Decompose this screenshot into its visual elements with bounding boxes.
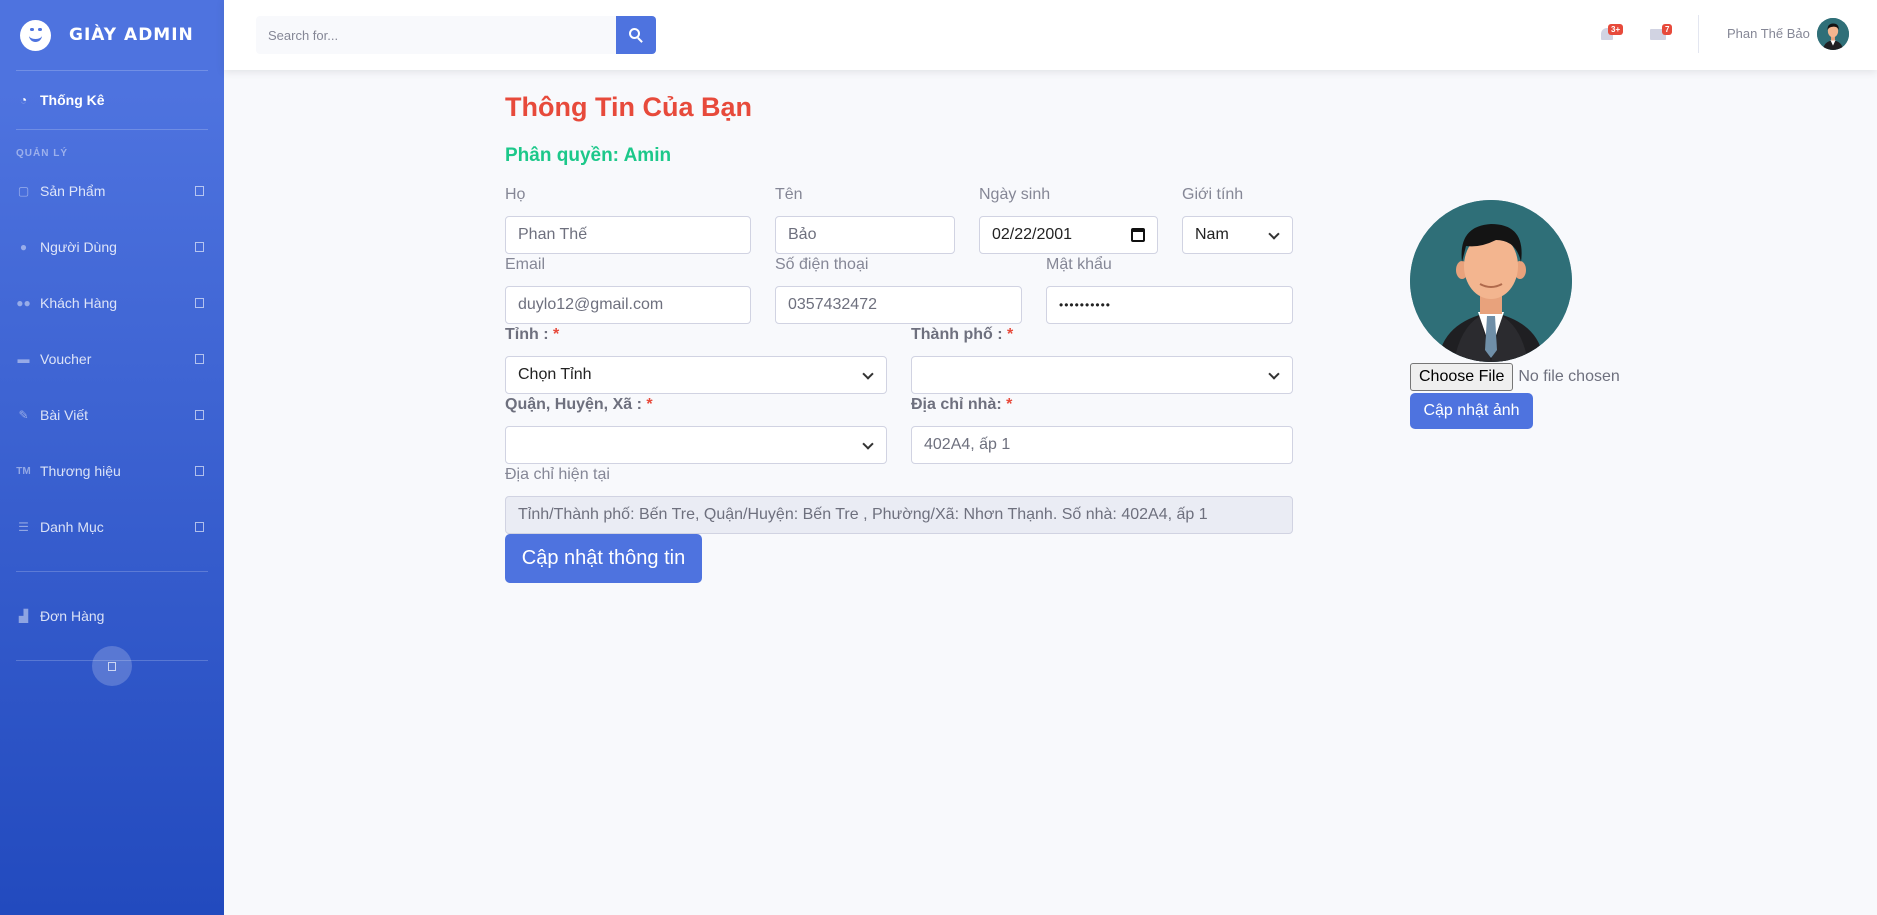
messages-dropdown[interactable]: 7 [1648, 24, 1673, 46]
last-name-field[interactable]: Phan Thế [505, 216, 751, 254]
sidebar-item-voucher[interactable]: ▬ Voucher [0, 331, 224, 387]
main-content: Thông Tin Của Bạn Phân quyền: Amin Họ Ph… [224, 70, 1877, 915]
sidebar-item-label: Thương hiệu [40, 463, 121, 479]
collapse-icon [195, 466, 204, 476]
sidebar: GIÀY ADMIN ◔ Thống Kê QUẢN LÝ ▢ Sản Phẩm… [0, 0, 224, 915]
search-input[interactable] [256, 16, 616, 54]
brand-title: GIÀY ADMIN [69, 25, 194, 45]
collapse-icon [195, 298, 204, 308]
angle-left-icon [108, 661, 116, 671]
province-select[interactable]: Chọn Tỉnh [505, 356, 887, 394]
calendar-icon [1131, 228, 1145, 242]
role-label: Phân quyền: Amin [505, 145, 672, 166]
choose-file-button[interactable]: Choose File [1410, 363, 1514, 391]
avatar-icon [1817, 18, 1849, 50]
required-marker: * [553, 326, 560, 343]
city-label: Thành phố : * [911, 326, 1013, 344]
users-icon: ●● [16, 296, 31, 310]
collapse-icon [195, 242, 204, 252]
sidebar-toggle-button[interactable] [92, 646, 132, 686]
collapse-icon [195, 522, 204, 532]
birthday-value: 02/22/2001 [992, 226, 1073, 243]
current-address-label: Địa chỉ hiện tại [505, 466, 610, 483]
district-label: Quận, Huyện, Xã : * [505, 396, 653, 414]
update-photo-button[interactable]: Cập nhật ảnh [1410, 393, 1533, 429]
laugh-wink-icon [20, 19, 51, 51]
sidebar-item-dashboard[interactable]: ◔ Thống Kê [0, 71, 224, 129]
sidebar-item-label: Bài Viết [40, 407, 88, 423]
user-name[interactable]: Phan Thế Bảo [1727, 26, 1810, 41]
profile-avatar [1410, 200, 1572, 362]
first-name-field[interactable]: Bảo [775, 216, 955, 254]
chart-area-icon: ▟ [18, 609, 29, 623]
address-label: Địa chỉ nhà: * [911, 396, 1012, 414]
phone-label: Số điện thoại [775, 256, 869, 273]
required-marker: * [1006, 326, 1014, 343]
required-marker: * [646, 396, 653, 413]
sidebar-item-label: Đơn Hàng [40, 608, 105, 624]
password-field[interactable]: •••••••••• [1046, 286, 1293, 324]
file-status: No file chosen [1518, 368, 1620, 385]
birthday-label: Ngày sinh [979, 186, 1051, 203]
sidebar-item-label: Người Dùng [40, 239, 117, 255]
required-marker: * [1006, 396, 1013, 413]
sidebar-item-label: Khách Hàng [40, 295, 118, 311]
sidebar-brand[interactable]: GIÀY ADMIN [0, 0, 224, 70]
alerts-dropdown[interactable]: 3+ [1598, 24, 1624, 46]
tachometer-icon: ◔ [19, 93, 28, 107]
alerts-badge: 3+ [1608, 24, 1624, 35]
sidebar-item-label: Thống Kê [40, 92, 105, 108]
sidebar-item-brands[interactable]: TM Thương hiệu [0, 443, 224, 499]
update-info-button[interactable]: Cập nhật thông tin [505, 534, 702, 583]
file-picker: Choose File No file chosen [1410, 363, 1620, 391]
gender-label: Giới tính [1182, 186, 1244, 203]
password-label: Mật khẩu [1046, 256, 1112, 273]
gender-select[interactable]: Nam [1182, 216, 1293, 254]
province-label-text: Tỉnh : [505, 326, 549, 343]
search-form [256, 16, 656, 54]
district-select[interactable] [505, 426, 887, 464]
sidebar-heading: QUẢN LÝ [16, 148, 68, 159]
city-label-text: Thành phố : [911, 326, 1003, 343]
collapse-icon [195, 186, 204, 196]
collapse-icon [195, 354, 204, 364]
last-name-label: Họ [505, 186, 526, 203]
list-icon: ☰ [18, 520, 29, 534]
topbar: 3+ 7 Phan Thế Bảo [224, 0, 1877, 70]
ticket-icon: ▬ [17, 352, 30, 366]
search-icon [629, 28, 640, 39]
current-address-field: Tỉnh/Thành phố: Bến Tre, Quận/Huyện: Bến… [505, 496, 1293, 534]
blog-icon: ✎ [18, 408, 29, 422]
messages-badge: 7 [1662, 24, 1673, 35]
birthday-field[interactable]: 02/22/2001 [979, 216, 1158, 254]
address-field[interactable]: 402A4, ấp 1 [911, 426, 1293, 464]
province-label: Tỉnh : * [505, 326, 559, 344]
first-name-label: Tên [775, 186, 803, 203]
address-label-text: Địa chỉ nhà: [911, 396, 1002, 413]
email-field[interactable]: duylo12@gmail.com [505, 286, 751, 324]
page-title: Thông Tin Của Bạn [505, 92, 752, 122]
sidebar-item-products[interactable]: ▢ Sản Phẩm [0, 163, 224, 219]
topbar-divider [1698, 15, 1699, 53]
sidebar-item-label: Danh Mục [40, 519, 104, 535]
phone-field[interactable]: 0357432472 [775, 286, 1022, 324]
user-icon: ● [19, 240, 28, 254]
sidebar-item-users[interactable]: ● Người Dùng [0, 219, 224, 275]
sidebar-item-label: Sản Phẩm [40, 183, 106, 199]
sidebar-item-posts[interactable]: ✎ Bài Viết [0, 387, 224, 443]
box-icon: ▢ [17, 184, 30, 198]
sidebar-item-label: Voucher [40, 351, 92, 367]
search-button[interactable] [616, 16, 656, 54]
email-label: Email [505, 256, 546, 273]
collapse-icon [195, 410, 204, 420]
avatar-icon [1410, 200, 1572, 362]
trademark-icon: TM [16, 465, 31, 477]
sidebar-item-categories[interactable]: ☰ Danh Mục [0, 499, 224, 555]
avatar[interactable] [1817, 18, 1849, 50]
city-select[interactable] [911, 356, 1293, 394]
district-label-text: Quận, Huyện, Xã : [505, 396, 642, 413]
sidebar-item-customers[interactable]: ●● Khách Hàng [0, 275, 224, 331]
